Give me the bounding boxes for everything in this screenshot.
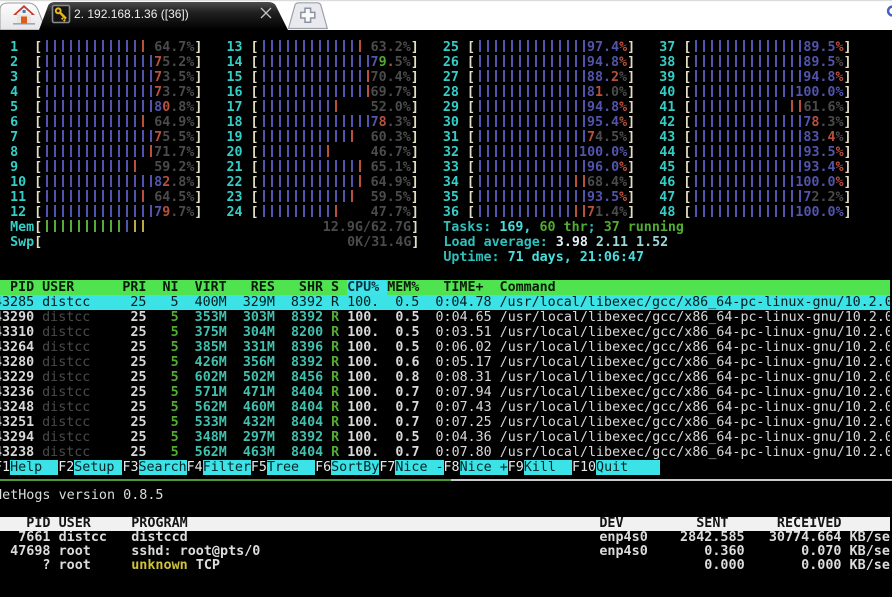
svg-text:2. 192.168.1.36 ([36]): 2. 192.168.1.36 ([36]) (74, 7, 189, 21)
